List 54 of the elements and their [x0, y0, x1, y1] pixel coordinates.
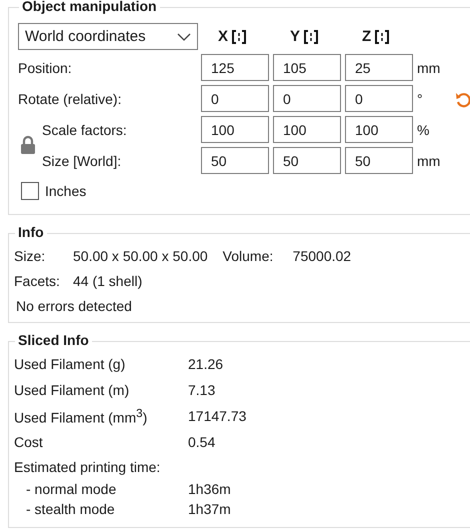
lock-icon[interactable]: [20, 135, 36, 155]
stat-label: Estimated printing time:: [14, 459, 160, 475]
checkbox-label: Inches: [45, 183, 86, 199]
info-value: 75000.02: [292, 248, 352, 264]
stat-value: 7.13: [188, 382, 216, 398]
stat-label: Used Filament (g): [14, 356, 126, 372]
number-field[interactable]: 100: [273, 116, 341, 143]
axis-bracket-icon: [375, 30, 390, 44]
number-field[interactable]: 0: [345, 85, 413, 112]
number-field[interactable]: 50: [273, 147, 341, 174]
row-label: Rotate (relative):: [18, 90, 122, 106]
number-field[interactable]: 0: [273, 85, 341, 112]
number-field[interactable]: 0: [201, 85, 269, 112]
axis-header: Y: [273, 28, 341, 45]
number-field[interactable]: 25: [345, 54, 413, 81]
axis-header: Z: [345, 28, 413, 45]
info-value: 50.00 x 50.00 x 50.00: [73, 248, 208, 264]
coordinate-dropdown[interactable]: World coordinates: [18, 23, 198, 50]
unit-label: %: [417, 122, 430, 138]
axis-bracket-icon: [232, 30, 246, 44]
stat-value: 17147.73: [188, 408, 246, 424]
number-field[interactable]: 105: [273, 54, 341, 81]
row-label: Scale factors:: [42, 122, 128, 138]
row-label: Position:: [18, 60, 73, 76]
stat-label: Used Filament (m): [14, 382, 130, 398]
chevron-down-icon: [177, 32, 191, 40]
stat-label: Cost: [14, 434, 44, 450]
unit-label: mm: [417, 60, 442, 76]
stat-value: 1h36m: [188, 481, 231, 497]
row-label: Size [World]:: [42, 152, 122, 168]
info-value: 44 (1 shell): [73, 272, 142, 288]
number-field[interactable]: 50: [345, 147, 413, 174]
unit-label: °: [417, 90, 424, 106]
section-title: Object manipulation: [19, 0, 160, 14]
status-text: No errors detected: [16, 298, 132, 314]
stat-value: 21.26: [188, 356, 224, 372]
info-label: Facets:: [14, 272, 61, 288]
unit-label: mm: [417, 152, 442, 168]
stat-label: Used Filament (mm$^{3}$): [14, 406, 148, 426]
stat-value: 1h37m: [188, 501, 231, 517]
stat-label: - normal mode: [25, 481, 118, 497]
number-field[interactable]: 100: [201, 116, 269, 143]
section-title: Info: [15, 224, 47, 240]
number-field[interactable]: 50: [201, 147, 269, 174]
stat-value: 0.54: [188, 434, 216, 450]
checkbox[interactable]: [21, 182, 39, 200]
number-field[interactable]: 100: [345, 116, 413, 143]
section-title: Sliced Info: [15, 332, 92, 348]
info-label: Size:: [14, 248, 46, 264]
axis-bracket-icon: [304, 30, 318, 44]
info-label: Volume:: [222, 248, 274, 264]
stat-label: - stealth mode: [25, 501, 116, 517]
number-field[interactable]: 125: [201, 54, 269, 81]
axis-header: X: [201, 28, 269, 45]
